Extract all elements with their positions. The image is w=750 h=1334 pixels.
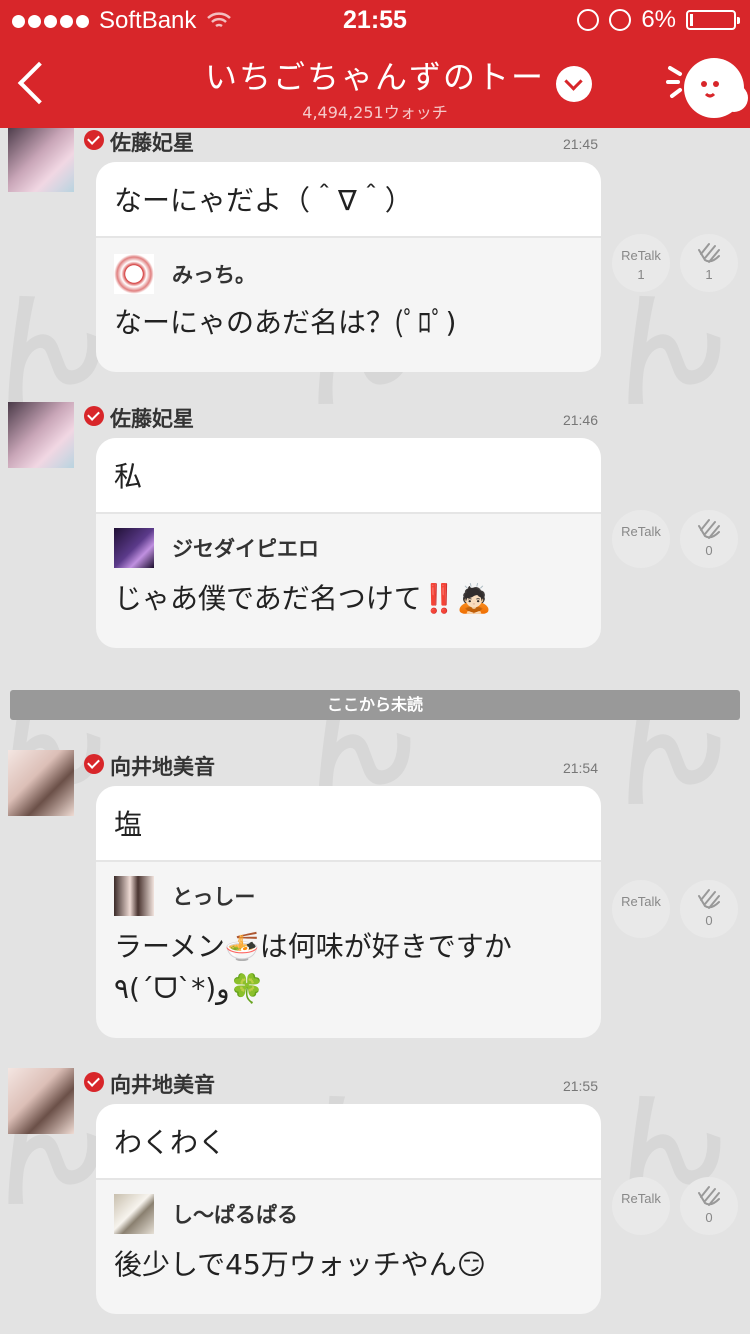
retalk-count: 1 <box>637 267 645 282</box>
message-text: 私 <box>96 438 601 514</box>
reply-name: ジセダイピエロ <box>172 537 319 561</box>
poster-avatar[interactable] <box>8 750 74 816</box>
message-bubble[interactable]: なーにゃだよ（＾∇＾） みっち。 なーにゃのあだ名は？(ﾟﾛﾟ) <box>96 162 601 372</box>
message-time: 21:45 <box>562 136 598 152</box>
poster-name[interactable]: 向井地美音 <box>110 1069 215 1099</box>
status-bar: SoftBank 21:55 6% <box>0 0 750 40</box>
watch-count: 4,494,251ウォッチ <box>302 103 448 122</box>
clap-icon <box>698 1186 720 1206</box>
reply-text: なーにゃのあだ名は？(ﾟﾛﾟ) <box>114 306 457 339</box>
clap-icon <box>698 519 720 539</box>
verified-icon <box>84 130 104 150</box>
alarm-icon <box>609 9 632 31</box>
clap-icon <box>698 243 720 263</box>
room-title: いちごちゃんずのトー <box>204 58 545 96</box>
retalk-button[interactable]: ReTalk 1 <box>612 234 670 292</box>
poster-name[interactable]: 向井地美音 <box>110 751 215 781</box>
retalk-label: ReTalk <box>621 248 661 263</box>
message-bubble[interactable]: 塩 とっしー ラーメン🍜は何味が好きですか٩(´ᗜ`*)و🍀 <box>96 786 601 1038</box>
retalk-label: ReTalk <box>621 894 661 909</box>
clap-count: 1 <box>705 267 713 282</box>
poster-name[interactable]: 佐藤妃星 <box>110 403 194 433</box>
reply-avatar <box>114 254 154 294</box>
reply-header: ジセダイピエロ <box>114 528 319 568</box>
message-text: わくわく <box>96 1104 601 1180</box>
chevron-down-icon[interactable] <box>556 66 592 102</box>
clap-count: 0 <box>705 1210 713 1225</box>
retalk-label: ReTalk <box>621 1191 661 1206</box>
clap-button[interactable]: 1 <box>680 234 738 292</box>
retalk-button[interactable]: ReTalk <box>612 1177 670 1235</box>
message-timeline[interactable]: ん ん ん ん ん ん ん ん ん 佐藤妃星 21:45 なーにゃだよ（＾∇＾）… <box>0 128 750 1334</box>
message-bubble[interactable]: 私 ジセダイピエロ じゃあ僕であだ名つけて‼️🙇🏻 <box>96 438 601 648</box>
reply-name: みっち。 <box>172 263 256 287</box>
poster-avatar[interactable] <box>8 128 74 192</box>
message-text: なーにゃだよ（＾∇＾） <box>96 162 601 238</box>
message-bubble[interactable]: わくわく し〜ぱるぱる 後少しで45万ウォッチやん😏 <box>96 1104 601 1314</box>
poster-name[interactable]: 佐藤妃星 <box>110 128 194 157</box>
reply-header: とっしー <box>114 876 255 916</box>
reply-avatar <box>114 1194 154 1234</box>
clap-icon <box>698 889 720 909</box>
reply-header: し〜ぱるぱる <box>114 1194 298 1234</box>
reply-text: ラーメン🍜は何味が好きですか٩(´ᗜ`*)و🍀 <box>114 930 512 1005</box>
poster-avatar[interactable] <box>8 402 74 468</box>
clap-button[interactable]: 0 <box>680 1177 738 1235</box>
verified-icon <box>84 754 104 774</box>
verified-icon <box>84 406 104 426</box>
message-time: 21:55 <box>562 1078 598 1094</box>
battery-percent: 6% <box>641 6 676 33</box>
reply-avatar <box>114 528 154 568</box>
poster-avatar[interactable] <box>8 1068 74 1134</box>
retalk-label: ReTalk <box>621 524 661 539</box>
clap-button[interactable]: 0 <box>680 880 738 938</box>
verified-icon <box>84 1072 104 1092</box>
reply-avatar <box>114 876 154 916</box>
nav-bar: いちごちゃんずのトー 4,494,251ウォッチ <box>0 40 750 128</box>
message-text: 塩 <box>96 786 601 862</box>
clap-count: 0 <box>705 913 713 928</box>
reply-name: とっしー <box>172 885 256 909</box>
reply-text: 後少しで45万ウォッチやん😏 <box>114 1248 486 1281</box>
reply-header: みっち。 <box>114 254 256 294</box>
message-time: 21:54 <box>562 760 598 776</box>
reply-name: し〜ぱるぱる <box>172 1203 298 1227</box>
back-button[interactable] <box>14 62 54 106</box>
clap-count: 0 <box>705 543 713 558</box>
retalk-button[interactable]: ReTalk <box>612 880 670 938</box>
mascot-icon[interactable] <box>664 48 748 122</box>
reply-text: じゃあ僕であだ名つけて‼️🙇🏻 <box>114 582 492 615</box>
message-time: 21:46 <box>562 412 598 428</box>
unread-divider: ここから未読 <box>10 690 740 720</box>
retalk-button[interactable]: ReTalk <box>612 510 670 568</box>
battery-icon <box>686 10 740 30</box>
orientation-lock-icon <box>577 9 600 31</box>
clap-button[interactable]: 0 <box>680 510 738 568</box>
